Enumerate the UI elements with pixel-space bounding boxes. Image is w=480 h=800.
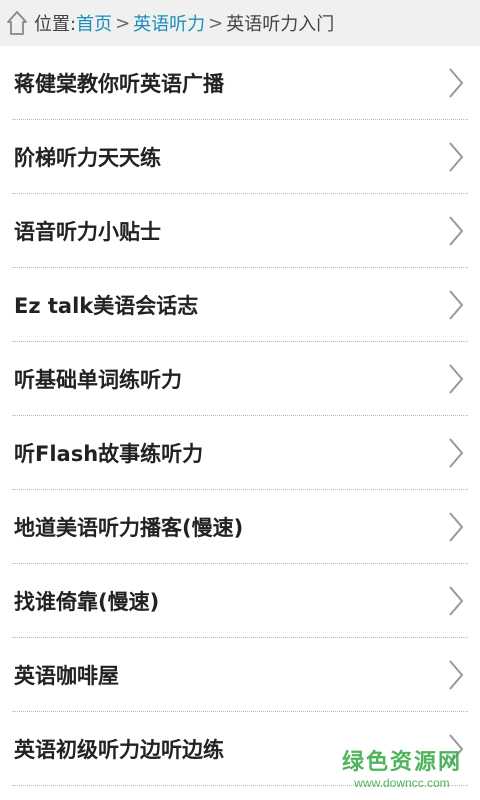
breadcrumb-separator: > [115,12,131,34]
home-icon[interactable] [6,10,28,36]
list-item-label: 阶梯听力天天练 [14,145,161,170]
list-item[interactable]: 蒋健棠教你听英语广播 [12,46,468,120]
list-item-label: 听Flash故事练听力 [14,441,204,466]
chevron-right-icon [449,511,464,542]
list-item-label: 地道美语听力播客(慢速) [14,515,244,540]
chevron-right-icon [449,215,464,246]
chevron-right-icon [449,363,464,394]
breadcrumb: 位置: 首页 > 英语听力 > 英语听力入门 [0,0,480,46]
chevron-right-icon [449,437,464,468]
chevron-right-icon [449,289,464,320]
breadcrumb-separator: > [208,12,224,34]
list-item-label: 蒋健棠教你听英语广播 [14,71,224,96]
breadcrumb-current: 英语听力入门 [226,14,335,35]
list-item-label: 听基础单词练听力 [14,367,182,392]
breadcrumb-prefix: 位置: [34,14,77,35]
chevron-right-icon [449,141,464,172]
breadcrumb-link-home[interactable]: 首页 [76,10,112,36]
list-item-label: 语音听力小贴士 [14,219,161,244]
list-item[interactable]: 英语咖啡屋 [12,638,468,712]
list-item[interactable]: 地道美语听力播客(慢速) [12,490,468,564]
list-item[interactable]: 听基础单词练听力 [12,342,468,416]
list-item[interactable]: 阶梯听力天天练 [12,120,468,194]
chevron-right-icon [449,659,464,690]
chevron-right-icon [449,67,464,98]
list-item[interactable]: 听Flash故事练听力 [12,416,468,490]
list-item[interactable]: 找谁倚靠(慢速) [12,564,468,638]
breadcrumb-link-english-listening[interactable]: 英语听力 [133,10,205,36]
list-item-label: 英语初级听力边听边练 [14,737,224,762]
list-item[interactable]: Ez talk美语会话志 [12,268,468,342]
category-list: 蒋健棠教你听英语广播 阶梯听力天天练 语音听力小贴士 Ez talk美语会话志 … [0,46,480,786]
chevron-right-icon [449,733,464,764]
list-item-label: 英语咖啡屋 [14,663,119,688]
list-item[interactable]: 语音听力小贴士 [12,194,468,268]
list-item-label: 找谁倚靠(慢速) [14,589,160,614]
list-item-label: Ez talk美语会话志 [14,293,199,318]
list-item[interactable]: 英语初级听力边听边练 [12,712,468,786]
chevron-right-icon [449,585,464,616]
